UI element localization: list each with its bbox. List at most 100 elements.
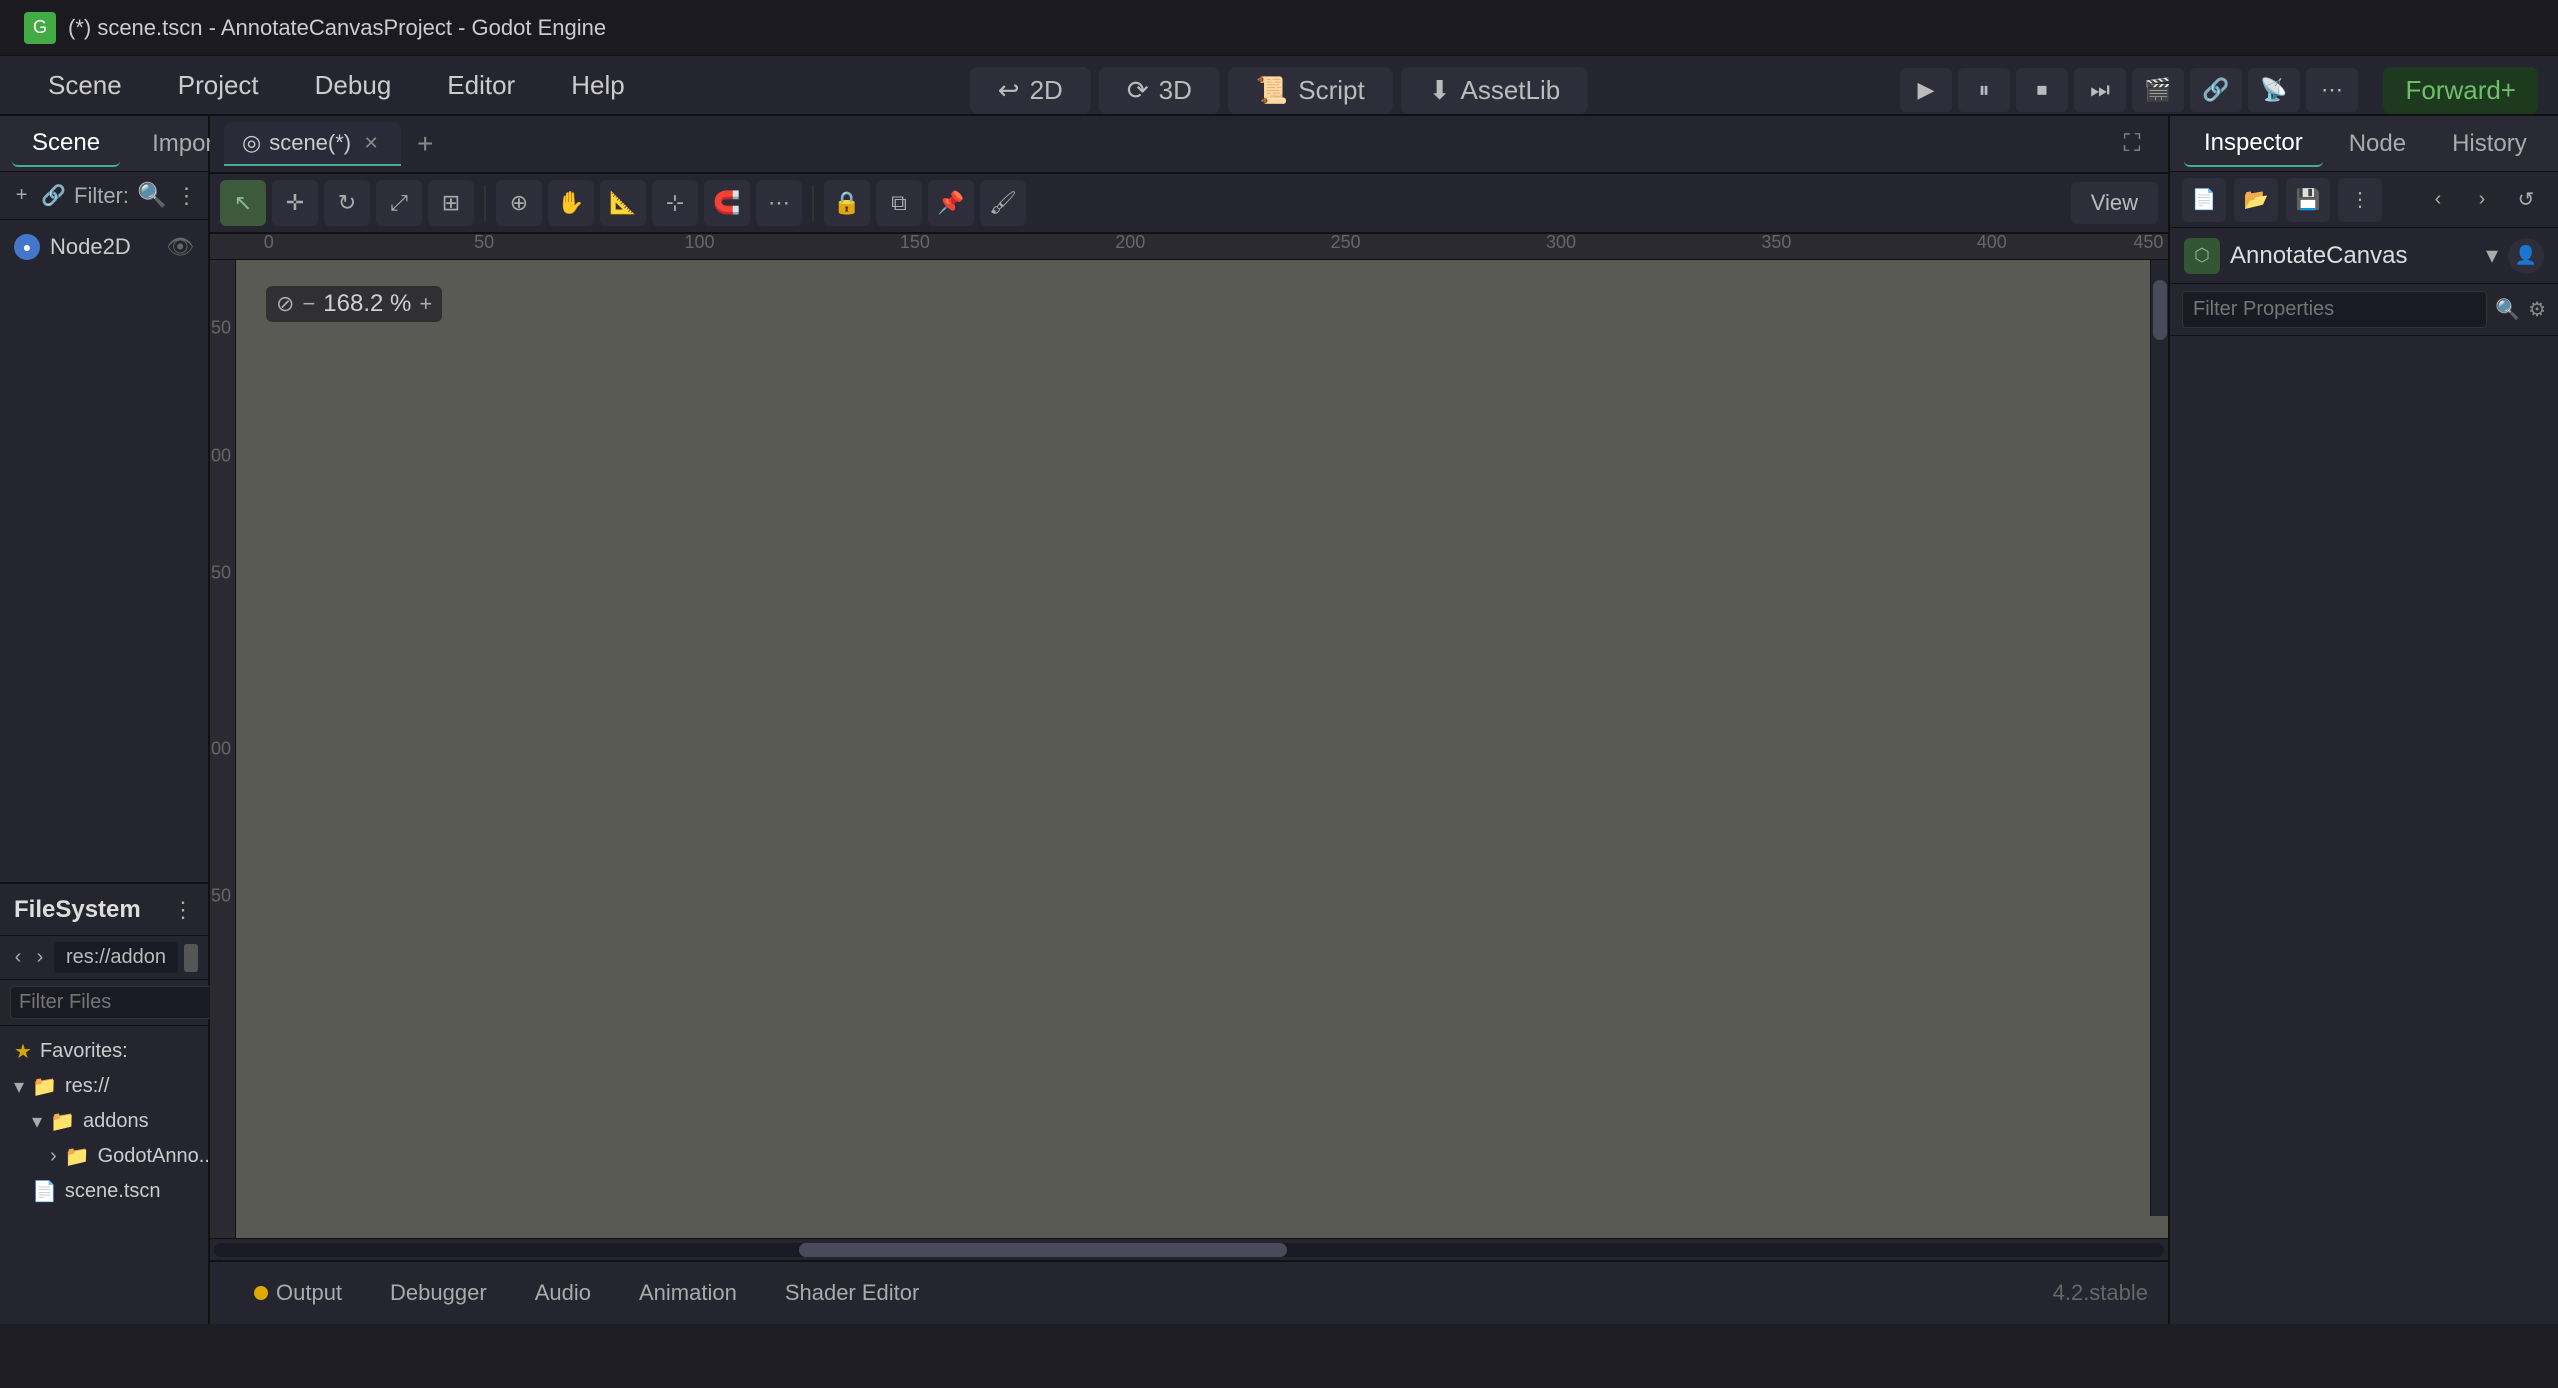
tab-output[interactable]: Output <box>230 1270 366 1316</box>
fs-item-scene-label: scene.tscn <box>65 1180 161 1203</box>
search-icon: 🔍 <box>137 181 167 210</box>
group-btn[interactable]: ⧉ <box>876 180 922 226</box>
transform-tool[interactable]: ⊞ <box>428 180 474 226</box>
inspector-header: Inspector Node History ⋮ <box>2170 116 2558 172</box>
fs-item-res[interactable]: ▾ 📁 res:// <box>0 1069 208 1104</box>
tab-shader-editor-label: Shader Editor <box>785 1280 920 1306</box>
scene-link-btn[interactable]: 🔗 <box>41 178 66 214</box>
paint-btn[interactable]: 🖌 <box>980 180 1026 226</box>
insp-prev-btn[interactable]: ‹ <box>2418 180 2458 220</box>
insp-refresh-btn[interactable]: ↺ <box>2506 180 2546 220</box>
vertical-scrollbar[interactable] <box>2150 260 2168 1216</box>
scene-more-btn[interactable]: ⋮ <box>175 178 198 214</box>
scene-toolbar: + 🔗 Filter: 🔍 ⋮ <box>0 172 208 220</box>
more-tools-btn[interactable]: ⋯ <box>756 180 802 226</box>
viewport-canvas[interactable]: 0 50 100 150 200 250 300 350 400 450 50 … <box>210 234 2168 1238</box>
vertical-scrollbar-thumb[interactable] <box>2153 280 2167 340</box>
ruler-top: 0 50 100 150 200 250 300 350 400 450 <box>210 234 2168 260</box>
fullscreen-btn[interactable]: ⛶ <box>2110 122 2154 166</box>
menu-help[interactable]: Help <box>543 60 652 111</box>
pin-btn[interactable]: 📌 <box>928 180 974 226</box>
step-button[interactable]: ⏭ <box>2074 68 2126 112</box>
snap-tool[interactable]: 🧲 <box>704 180 750 226</box>
fs-favorites: ★ Favorites: <box>0 1034 208 1069</box>
select-tool[interactable]: ↖ <box>220 180 266 226</box>
btn-2d[interactable]: ↩ 2D <box>970 67 1091 114</box>
menu-editor[interactable]: Editor <box>419 60 543 111</box>
play-button[interactable]: ▶ <box>1900 68 1952 112</box>
scene-add-btn[interactable]: + <box>10 178 33 214</box>
fs-item-godotanno-label: GodotAnno... <box>98 1145 208 1168</box>
tab-history[interactable]: History <box>2432 122 2547 166</box>
menu-debug[interactable]: Debug <box>287 60 420 111</box>
more-play-button[interactable]: ⋯ <box>2306 68 2358 112</box>
fs-item-addons[interactable]: ▾ 📁 addons <box>0 1104 208 1139</box>
fs-forward-btn[interactable]: › <box>32 942 48 974</box>
filter-label: Filter: <box>74 183 129 209</box>
tab-scene[interactable]: Scene <box>12 121 120 167</box>
folder-icon-godotanno: 📁 <box>65 1144 90 1169</box>
fs-item-scene[interactable]: 📄 scene.tscn <box>0 1174 208 1209</box>
title-icon: G <box>24 12 56 44</box>
insp-new-btn[interactable]: 📄 <box>2182 178 2226 222</box>
filter-options-icon[interactable]: ⚙ <box>2528 297 2546 322</box>
pan-tool[interactable]: ✋ <box>548 180 594 226</box>
inspector-menu-btn[interactable]: ⋮ <box>2553 126 2558 162</box>
filesystem-title: FileSystem <box>14 896 141 924</box>
main-layout: Scene Import ⋮ + 🔗 Filter: 🔍 ⋮ ● Node2D … <box>0 116 2558 1324</box>
scene-tab[interactable]: ◎ scene(*) ✕ <box>224 122 401 166</box>
tab-audio[interactable]: Audio <box>511 1270 615 1316</box>
object-expand-btn[interactable]: ▾ <box>2486 241 2498 270</box>
fs-back-btn[interactable]: ‹ <box>10 942 26 974</box>
scrollbar-thumb[interactable] <box>799 1243 1287 1257</box>
canvas-area[interactable]: ⊘ − 168.2 % + <box>236 260 2168 1238</box>
viewport-toolbar: ↖ ✛ ↻ ⤢ ⊞ ⊕ ✋ 📐 ⊹ 🧲 ⋯ 🔒 ⧉ 📌 🖌 View <box>210 174 2168 234</box>
zoom-in-btn[interactable]: + <box>419 291 432 317</box>
renderer-selector[interactable]: Forward+ <box>2383 60 2538 120</box>
tab-node[interactable]: Node <box>2329 122 2426 166</box>
insp-open-btn[interactable]: 📂 <box>2234 178 2278 222</box>
visibility-icon[interactable]: 👁 <box>166 234 194 260</box>
tab-animation[interactable]: Animation <box>615 1270 761 1316</box>
object-avatar-btn[interactable]: 👤 <box>2508 238 2544 274</box>
script-icon: 📜 <box>1256 75 1288 106</box>
movie-button[interactable]: 🎬 <box>2132 68 2184 112</box>
pause-button[interactable]: ⏸ <box>1958 68 2010 112</box>
tab-inspector[interactable]: Inspector <box>2184 121 2323 167</box>
scrollbar-track <box>214 1243 2164 1257</box>
remote-debug-button[interactable]: 🔗 <box>2190 68 2242 112</box>
tab-output-label: Output <box>276 1280 342 1306</box>
scene-tab-close[interactable]: ✕ <box>359 131 383 155</box>
menu-project[interactable]: Project <box>150 60 287 111</box>
view-button[interactable]: View <box>2071 182 2158 224</box>
insp-save-btn[interactable]: 💾 <box>2286 178 2330 222</box>
filter-properties-input[interactable] <box>2182 291 2487 328</box>
ruler-tool[interactable]: 📐 <box>600 180 646 226</box>
remote-scene-button[interactable]: 📡 <box>2248 68 2300 112</box>
btn-assetlib[interactable]: ⬇ AssetLib <box>1401 67 1589 114</box>
tree-item-node2d[interactable]: ● Node2D 👁 <box>0 228 208 266</box>
tab-shader-editor[interactable]: Shader Editor <box>761 1270 944 1316</box>
output-dot <box>254 1286 268 1300</box>
fs-item-godotanno[interactable]: › 📁 GodotAnno... <box>0 1139 208 1174</box>
insp-next-btn[interactable]: › <box>2462 180 2502 220</box>
move-tool[interactable]: ✛ <box>272 180 318 226</box>
tab-audio-label: Audio <box>535 1280 591 1306</box>
btn-script[interactable]: 📜 Script <box>1228 67 1393 114</box>
btn-3d[interactable]: ⟳ 3D <box>1099 67 1220 114</box>
horizontal-scrollbar[interactable] <box>210 1238 2168 1260</box>
folder-icon-addons: 📁 <box>50 1109 75 1134</box>
scale-tool[interactable]: ⤢ <box>376 180 422 226</box>
add-tab-btn[interactable]: + <box>405 124 445 164</box>
filesystem-menu-btn[interactable]: ⋮ <box>172 897 194 923</box>
zoom-out-btn[interactable]: − <box>302 291 315 317</box>
menu-scene[interactable]: Scene <box>20 60 150 111</box>
insp-more-btn[interactable]: ⋮ <box>2338 178 2382 222</box>
lock-btn[interactable]: 🔒 <box>824 180 870 226</box>
grid-tool[interactable]: ⊹ <box>652 180 698 226</box>
rotate-tool[interactable]: ↻ <box>324 180 370 226</box>
stop-button[interactable]: ⏹ <box>2016 68 2068 112</box>
pivot-tool[interactable]: ⊕ <box>496 180 542 226</box>
tab-debugger[interactable]: Debugger <box>366 1270 511 1316</box>
scene-tab-label: scene(*) <box>269 130 351 156</box>
